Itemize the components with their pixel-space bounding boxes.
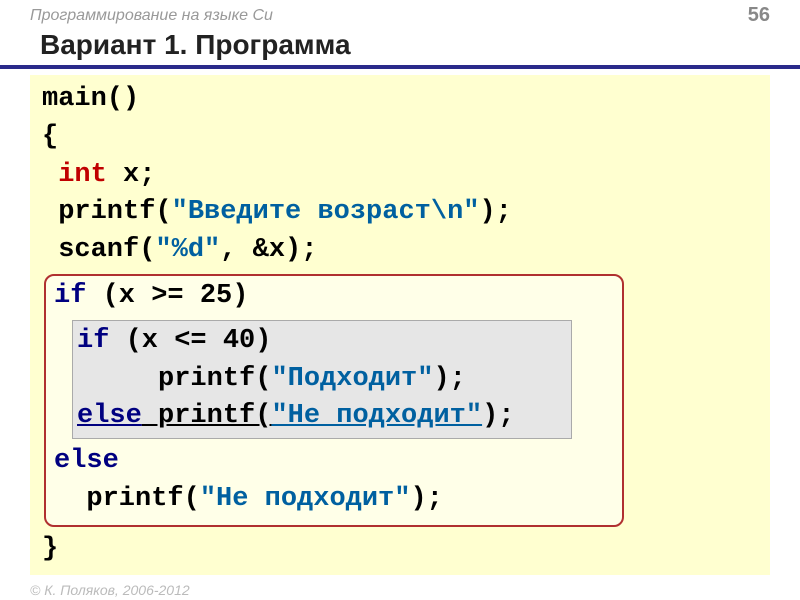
code-line: else [54, 443, 614, 481]
code-line: { [30, 119, 770, 157]
keyword-int: int [42, 160, 107, 190]
keyword-else: else [77, 401, 142, 431]
string-literal: "%d" [155, 235, 220, 265]
keyword-if: if [77, 326, 109, 356]
code-line: printf("Подходит"); [77, 361, 567, 399]
code-line: main() [30, 81, 770, 119]
string-literal: "Введите возраст\n" [172, 197, 480, 227]
string-literal: "Не подходит" [271, 401, 482, 431]
string-literal: "Подходит" [271, 364, 433, 394]
code-line: if (x >= 25) [54, 278, 614, 316]
string-literal: "Не подходит" [200, 484, 411, 514]
code-block: main() { int x; printf("Введите возраст\… [30, 75, 770, 575]
code-line: scanf("%d", &x); [30, 232, 770, 270]
keyword-if: if [54, 281, 86, 311]
code-line: printf("Не подходит"); [54, 481, 614, 519]
copyright-footer: © К. Поляков, 2006-2012 [30, 582, 190, 598]
inner-highlight-box: if (x <= 40) printf("Подходит"); else pr… [72, 320, 572, 439]
code-line: else printf("Не подходит"); [77, 398, 567, 436]
code-line: printf("Введите возраст\n"); [30, 194, 770, 232]
keyword-else: else [54, 446, 119, 476]
page-number: 56 [748, 4, 770, 27]
code-line: int x; [30, 157, 770, 195]
code-line: if (x <= 40) [77, 323, 567, 361]
outer-highlight-box: if (x >= 25) if (x <= 40) printf("Подход… [44, 274, 624, 527]
topic-label: Программирование на языке Си [30, 7, 273, 25]
code-line: } [30, 531, 770, 569]
slide-title: Вариант 1. Программа [0, 29, 800, 69]
slide-header: Программирование на языке Си 56 [0, 0, 800, 29]
